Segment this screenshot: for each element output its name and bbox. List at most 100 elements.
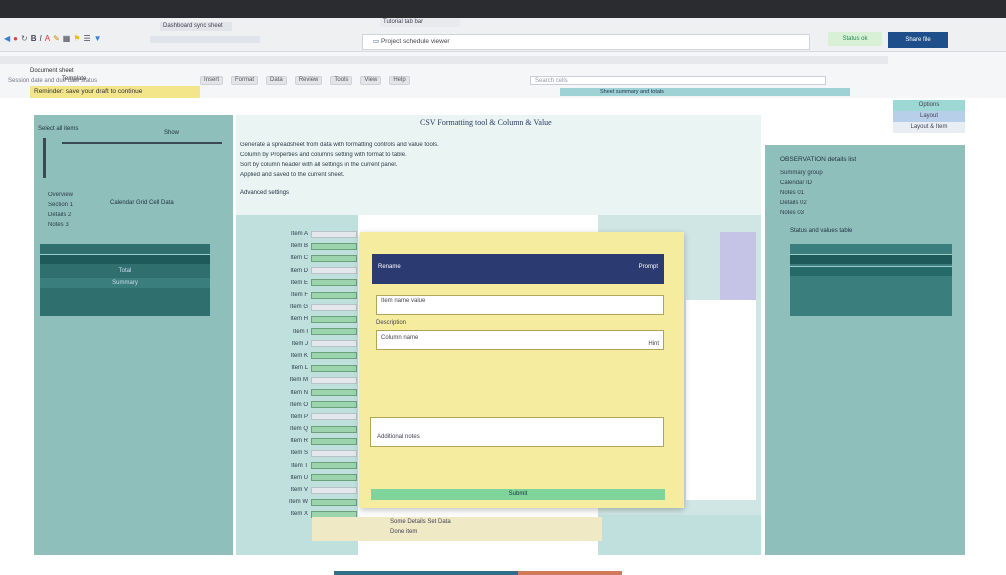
notice-bar: Reminder: save your draft to continue [30,86,200,98]
paint-icon[interactable]: ✎ [53,34,60,44]
row-cell[interactable] [311,340,357,348]
tab-insert[interactable]: Insert [200,76,224,85]
list-item[interactable]: Notes 01 [780,190,823,196]
table-row[interactable]: Item D [240,265,358,277]
bold-icon[interactable]: B [31,34,37,44]
table-row[interactable]: Item H [240,313,358,325]
submit-button[interactable]: Submit [371,489,665,500]
refresh-icon[interactable]: ↻ [21,34,28,44]
row-cell[interactable] [311,242,357,250]
table-row[interactable]: Item P [240,411,358,423]
row-cell[interactable] [311,425,357,433]
sheet-blank-col [686,300,756,500]
table-row[interactable]: Item G [240,301,358,313]
row-cell[interactable] [311,364,357,372]
tab-help[interactable]: Help [389,76,410,85]
table-row[interactable]: Item A [240,228,358,240]
row-label: Item W [289,499,308,506]
url-field[interactable]: Dashboard sync sheet [160,22,232,31]
section-label: Advanced settings [240,190,290,196]
row-cell[interactable] [311,437,357,445]
list-item[interactable]: Overview [48,192,73,198]
list-item[interactable]: Summary group [780,170,823,176]
table-row[interactable]: Item B [240,240,358,252]
table-row[interactable]: Item O [240,399,358,411]
tab-format[interactable]: Format [231,76,259,85]
table-row[interactable]: Item U [240,472,358,484]
list-item[interactable]: Notes 03 [780,210,823,216]
table-row[interactable]: Item W [240,496,358,508]
row-cell[interactable] [311,498,357,506]
row-cell[interactable] [311,303,357,311]
row-cell[interactable] [311,462,357,470]
row-cell[interactable] [311,352,357,360]
vertical-handle[interactable] [43,138,46,178]
row-cell[interactable] [311,254,357,262]
top-right-menu: Options Layout Layout & Item [893,100,965,133]
list-item[interactable]: Details 2 [48,212,73,218]
table-icon[interactable]: ▦ [63,34,71,44]
list-item[interactable]: Details 02 [780,200,823,206]
row-cell[interactable] [311,413,357,421]
table-row[interactable]: Item J [240,338,358,350]
table-row[interactable]: Item K [240,350,358,362]
link-icon[interactable]: ⚑ [73,34,80,44]
row-cell[interactable] [311,449,357,457]
row-label: Item M [289,377,308,384]
menu-layout[interactable]: Layout [893,111,965,122]
table-row[interactable]: Item Q [240,423,358,435]
table-row[interactable]: Item N [240,386,358,398]
formula-icon: ▭ [373,38,381,45]
table-row[interactable]: Item E [240,277,358,289]
dialog-field-1[interactable]: Item name value [376,295,664,315]
filter-icon[interactable]: ▼ [94,34,102,44]
row-cell[interactable] [311,401,357,409]
share-button[interactable]: Share file [888,32,948,48]
row-label: Item U [290,474,308,481]
row-cell[interactable] [311,486,357,494]
row-cell[interactable] [311,279,357,287]
comment-icon[interactable]: ☰ [84,34,91,44]
row-cell[interactable] [311,328,357,336]
tab-view[interactable]: View [360,76,382,85]
doc-title: Tutorial tab bar [380,18,460,27]
table-row[interactable]: Item M [240,374,358,386]
search-input[interactable]: Search cells [530,76,826,85]
table-row[interactable]: Item L [240,362,358,374]
tab-review[interactable]: Review [294,76,323,85]
right-list: Summary group Calendar ID Notes 01 Detai… [780,170,823,216]
row-cell[interactable] [311,315,357,323]
tab-tools[interactable]: Tools [330,76,353,85]
dialog-field-3[interactable]: Column name Hint [376,330,664,350]
row-cell[interactable] [311,267,357,275]
row-label: Item X [290,511,308,518]
table-row[interactable]: Item R [240,435,358,447]
table-row[interactable]: Item F [240,289,358,301]
table-row[interactable]: Item T [240,460,358,472]
table-row[interactable]: Item S [240,447,358,459]
row-cell[interactable] [311,474,357,482]
forward-icon[interactable]: ● [13,34,18,44]
dialog-field-4[interactable]: Additional notes [370,417,664,447]
table-row[interactable]: Item C [240,252,358,264]
formula-bar[interactable]: ▭ Project schedule viewer [362,34,810,50]
row-cell[interactable] [311,230,357,238]
menu-layout-item[interactable]: Layout & Item [893,122,965,133]
list-item[interactable]: Notes 3 [48,222,73,228]
row-cell[interactable] [311,376,357,384]
row-cell[interactable] [311,291,357,299]
menu-options[interactable]: Options [893,100,965,111]
italic-icon[interactable]: I [39,34,41,44]
list-item[interactable]: Section 1 [48,202,73,208]
back-icon[interactable]: ◀ [4,34,10,44]
slider-track[interactable] [62,142,222,144]
tab-data[interactable]: Data [266,76,287,85]
table-row[interactable]: Item V [240,484,358,496]
row-cell[interactable] [311,389,357,397]
row-label: Item N [290,389,308,396]
table-row[interactable]: Item I [240,326,358,338]
bottom-tab-2[interactable] [518,571,622,575]
list-item[interactable]: Calendar ID [780,180,823,186]
text-color-icon[interactable]: A [45,34,50,44]
bottom-tab-1[interactable] [334,571,518,575]
